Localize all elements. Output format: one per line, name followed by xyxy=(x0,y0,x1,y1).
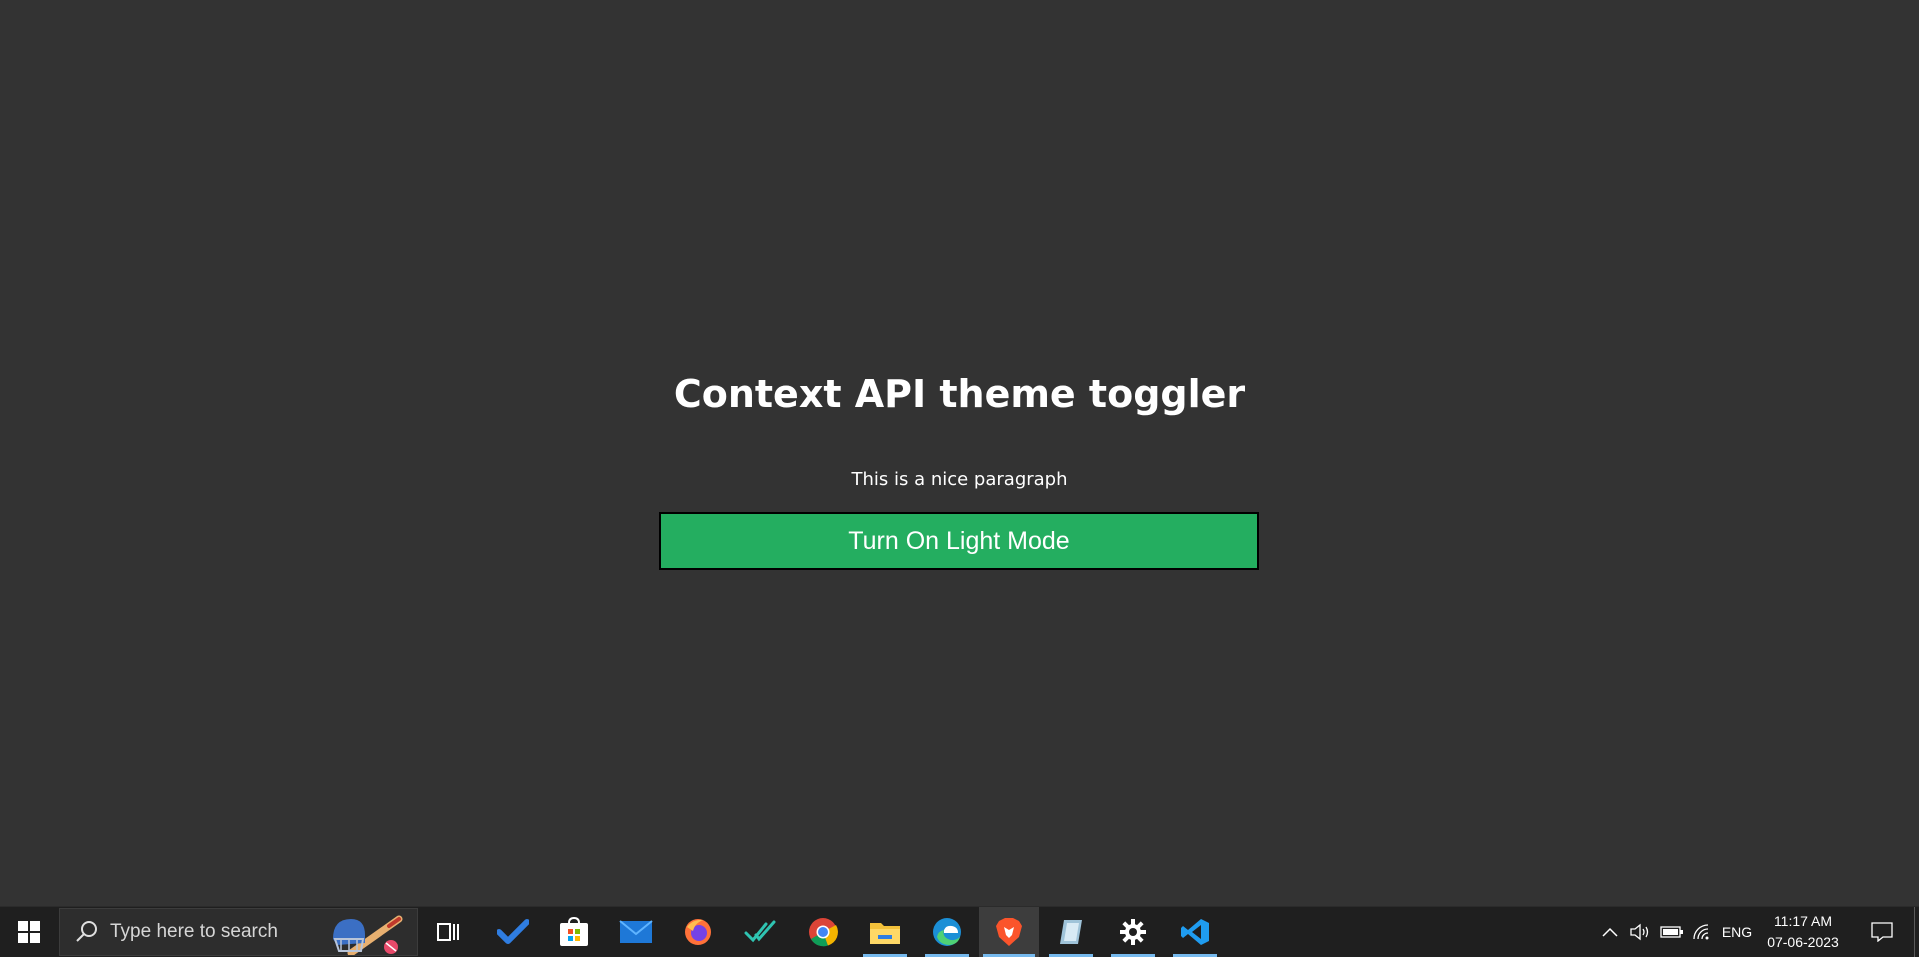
network-button[interactable] xyxy=(1689,907,1715,957)
language-indicator[interactable]: ENG xyxy=(1717,907,1757,957)
microsoft-store-icon xyxy=(560,917,588,946)
task-view-button[interactable] xyxy=(424,907,472,957)
start-button[interactable] xyxy=(0,907,58,957)
chrome-icon xyxy=(809,918,838,947)
clock[interactable]: 11:17 AM 07-06-2023 xyxy=(1757,911,1849,953)
chevron-up-icon xyxy=(1602,927,1618,937)
notifications-button[interactable] xyxy=(1862,907,1902,957)
mail-button[interactable] xyxy=(610,907,662,957)
taskbar-search-box[interactable]: Type here to search xyxy=(59,908,418,956)
volume-button[interactable] xyxy=(1627,907,1653,957)
show-hidden-icons-button[interactable] xyxy=(1597,907,1623,957)
vscode-icon xyxy=(1181,919,1209,945)
cricket-helmet-bat-icon xyxy=(333,915,403,955)
taskbar: Type here to search ENG 11:17 AM 07-06-2… xyxy=(0,906,1919,957)
show-desktop-button[interactable] xyxy=(1914,907,1919,957)
search-icon xyxy=(76,921,97,942)
theme-toggle-button[interactable]: Turn On Light Mode xyxy=(659,512,1259,570)
notification-icon xyxy=(1871,922,1893,942)
vscode-button[interactable] xyxy=(1169,907,1221,957)
todo-icon xyxy=(497,919,529,944)
windows-logo-icon xyxy=(18,921,40,943)
page-title: Context API theme toggler xyxy=(673,372,1246,416)
settings-icon xyxy=(1120,919,1146,945)
checkmark-app-button[interactable] xyxy=(734,907,786,957)
battery-button[interactable] xyxy=(1657,907,1687,957)
mail-icon xyxy=(619,920,653,943)
todo-app-button[interactable] xyxy=(487,907,539,957)
edge-button[interactable] xyxy=(921,907,973,957)
paragraph-text: This is a nice paragraph xyxy=(851,469,1068,490)
settings-button[interactable] xyxy=(1107,907,1159,957)
file-explorer-button[interactable] xyxy=(859,907,911,957)
firefox-button[interactable] xyxy=(672,907,724,957)
chrome-button[interactable] xyxy=(797,907,849,957)
browser-page: Context API theme toggler This is a nice… xyxy=(0,0,1919,906)
firefox-icon xyxy=(685,919,711,945)
notes-app-button[interactable] xyxy=(1045,907,1097,957)
clock-time: 11:17 AM xyxy=(1773,913,1833,929)
language-label: ENG xyxy=(1721,924,1753,940)
task-view-icon xyxy=(437,923,459,941)
clock-date: 07-06-2023 xyxy=(1767,934,1839,950)
search-placeholder: Type here to search xyxy=(110,921,278,942)
file-explorer-icon xyxy=(870,923,900,944)
battery-icon xyxy=(1660,926,1683,938)
brave-button[interactable] xyxy=(979,907,1039,957)
notes-app-icon xyxy=(1060,920,1082,944)
volume-icon xyxy=(1630,923,1649,941)
wifi-icon xyxy=(1693,924,1709,940)
app-content: Context API theme toggler This is a nice… xyxy=(0,0,1919,906)
microsoft-store-button[interactable] xyxy=(548,907,600,957)
brave-icon xyxy=(996,918,1022,946)
edge-icon xyxy=(933,918,961,946)
checkmark-app-icon xyxy=(744,920,776,943)
